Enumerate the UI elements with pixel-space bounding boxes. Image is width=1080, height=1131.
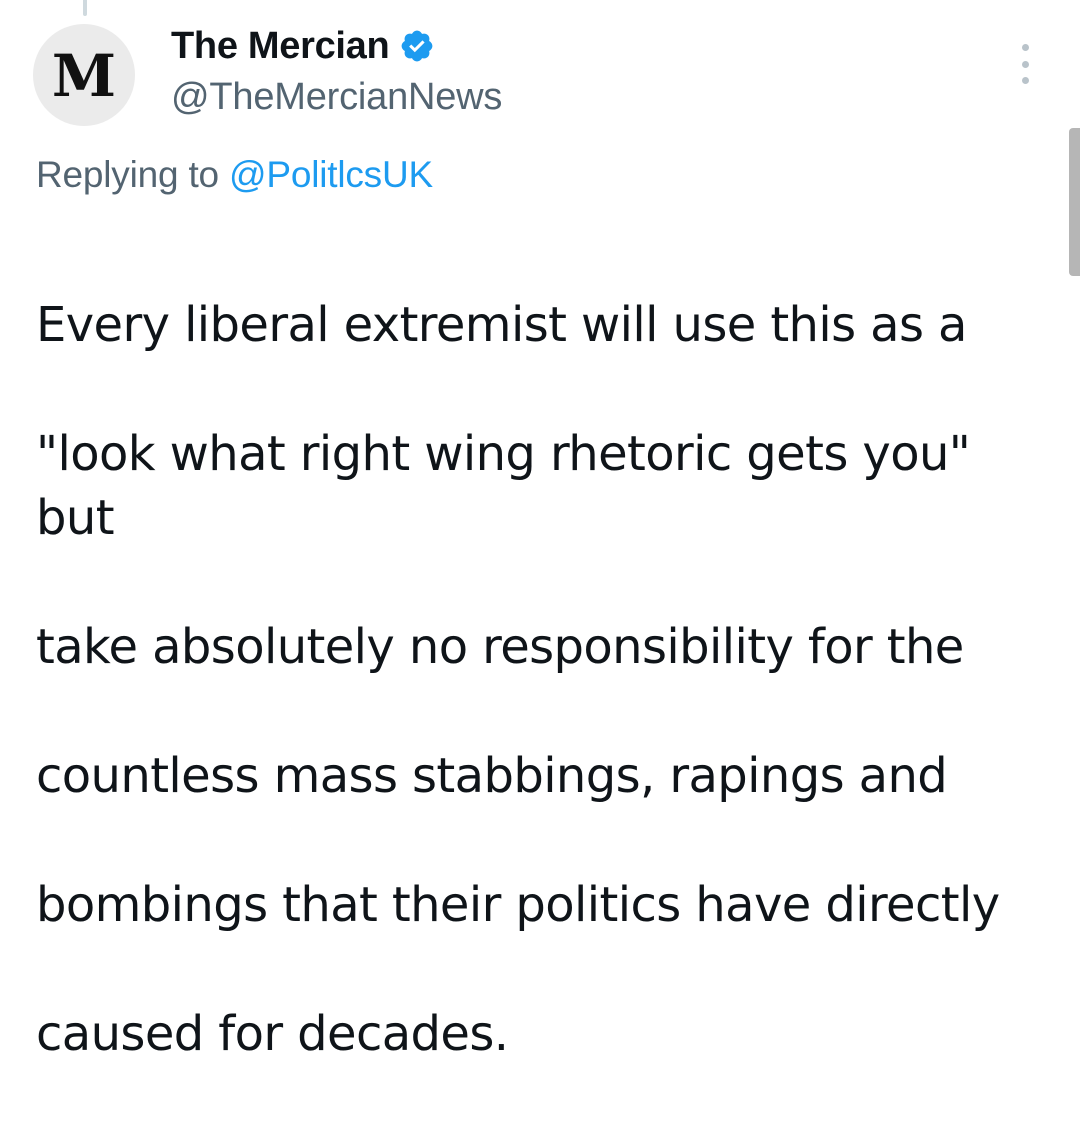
tweet-text-line: take absolutely no responsibility for th… xyxy=(36,619,964,675)
author-handle[interactable]: @TheMercianNews xyxy=(171,76,502,119)
tweet-text-line: "look what right wing rhetoric gets you"… xyxy=(36,425,971,547)
tweet-text-line: countless mass stabbings, rapings and xyxy=(36,748,948,804)
more-dot xyxy=(1021,60,1029,68)
tweet-text-line: caused for decades. xyxy=(36,1006,509,1062)
avatar-logo-letter: M xyxy=(51,42,117,110)
tweet-text-line: Every liberal extremist will use this as… xyxy=(36,296,967,353)
verified-badge-icon xyxy=(402,30,433,62)
tweet-text: Every liberal extremist will use this as… xyxy=(36,228,1046,1131)
more-dot xyxy=(1021,77,1029,84)
tweet-header: The Mercian @TheMercianNews xyxy=(171,24,502,119)
scrollbar-thumb[interactable] xyxy=(1069,128,1080,276)
reply-mention-link[interactable]: @PolitlcsUK xyxy=(229,154,433,195)
author-name-row: The Mercian xyxy=(171,24,502,68)
author-display-name[interactable]: The Mercian xyxy=(171,25,390,68)
tweet-text-line: bombings that their politics have direct… xyxy=(36,877,1000,933)
replying-to-line: Replying to @PolitlcsUK xyxy=(36,154,433,196)
thread-connector-line xyxy=(83,0,87,16)
vertical-ellipsis-icon[interactable] xyxy=(1013,44,1037,84)
more-dot xyxy=(1021,44,1029,51)
replying-to-label: Replying to xyxy=(36,154,219,195)
avatar[interactable]: M xyxy=(33,24,135,126)
